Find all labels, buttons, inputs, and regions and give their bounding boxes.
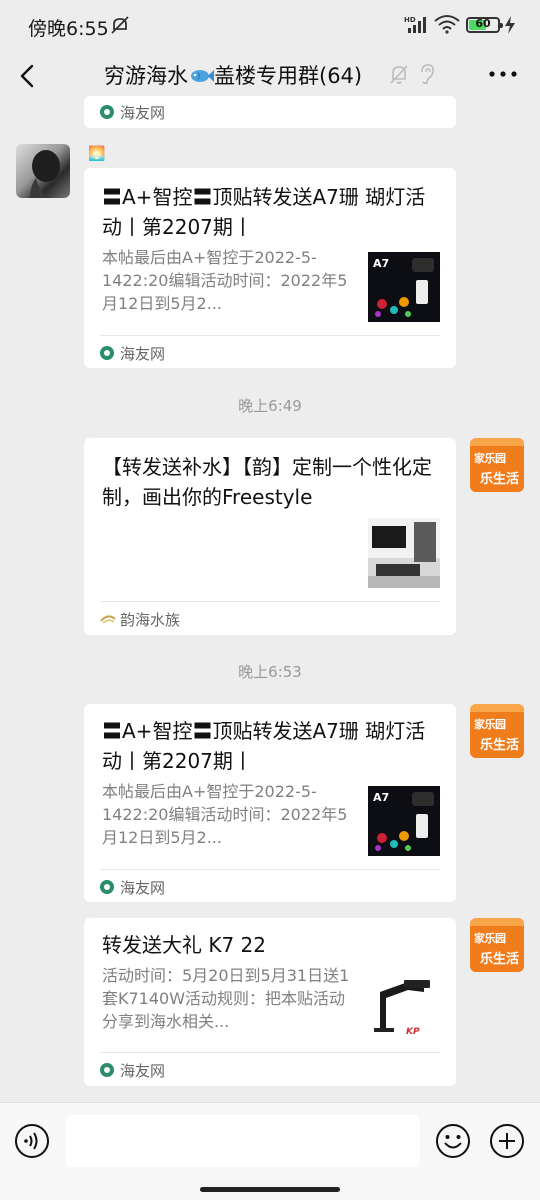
more-icon[interactable]	[488, 70, 518, 78]
network-label: HD	[404, 16, 416, 24]
link-card[interactable]: 转发送大礼 K7 22 活动时间：5月20日到5月31日送1套K7140W活动规…	[84, 918, 456, 1086]
cell-signal-icon: HD	[404, 16, 426, 33]
avatar[interactable]: 家乐园 乐生活	[470, 438, 524, 492]
card-thumbnail: KP	[368, 970, 440, 1040]
sender-name: 🌅	[88, 146, 106, 162]
card-source: 海友网	[100, 343, 165, 364]
card-title: 转发送大礼 K7 22	[102, 933, 267, 957]
battery-icon: 60	[466, 17, 503, 33]
avatar-text: 家乐园	[474, 932, 506, 945]
mute-bell-icon	[390, 65, 408, 84]
message-input[interactable]	[66, 1115, 420, 1167]
avatar-text: 家乐园	[474, 452, 506, 465]
card-divider	[100, 335, 440, 336]
avatar[interactable]: 家乐园 乐生活	[470, 704, 524, 758]
wifi-icon	[434, 15, 460, 34]
card-thumbnail: A7	[368, 786, 440, 856]
link-card[interactable]: 【转发送补水】【韵】定制一个性化定制，画出你的Freestyle 韵海水族	[84, 438, 456, 635]
link-card[interactable]: 〓A+智控〓顶贴转发送A7珊 瑚灯活动丨第2207期丨 本帖最后由A+智控于20…	[84, 168, 456, 368]
chat-title: 穷游海水 盖楼专用群(64)	[104, 60, 362, 90]
avatar[interactable]: 家乐园 乐生活	[470, 918, 524, 972]
card-title: 〓A+智控〓顶贴转发送A7珊 瑚灯活动丨第2207期丨	[102, 185, 426, 239]
card-source: 海友网	[100, 102, 165, 123]
fish-emoji-icon	[191, 70, 214, 82]
input-bar	[0, 1102, 540, 1200]
card-source: 韵海水族	[100, 609, 180, 630]
chat-title-suffix: 盖楼专用群(64)	[214, 64, 363, 88]
card-thumbnail: A7	[368, 252, 440, 322]
source-icon	[100, 1063, 114, 1077]
emoji-icon[interactable]	[435, 1123, 471, 1159]
card-divider	[100, 1052, 440, 1053]
timestamp: 晚上6:53	[238, 663, 302, 681]
avatar[interactable]	[16, 144, 70, 198]
avatar-text: 家乐园	[474, 718, 506, 731]
avatar-text: 乐生活	[480, 738, 520, 753]
link-card[interactable]: 〓A+智控〓顶贴转发送A7珊 瑚灯活动丨第2207期丨 本帖最后由A+智控于20…	[84, 704, 456, 902]
source-icon	[100, 346, 114, 360]
status-time: 傍晚6:55	[28, 18, 109, 40]
card-thumbnail	[368, 518, 440, 588]
battery-level: 60	[475, 17, 491, 30]
thumb-label: A7	[373, 791, 389, 804]
charging-icon	[505, 16, 515, 34]
svg-text:KP: KP	[406, 1027, 420, 1037]
timestamp: 晚上6:49	[238, 397, 302, 415]
chat-title-prefix: 穷游海水	[104, 64, 188, 88]
status-bar: 傍晚6:55 HD 60	[0, 0, 540, 50]
voice-input-icon[interactable]	[14, 1123, 50, 1159]
card-title: 〓A+智控〓顶贴转发送A7珊 瑚灯活动丨第2207期丨	[102, 719, 426, 773]
card-title: 【转发送补水】【韵】定制一个性化定制，画出你的Freestyle	[102, 455, 432, 509]
ear-icon	[421, 64, 434, 85]
card-description: 活动时间：5月20日到5月31日送1套K7140W活动规则：把本贴活动分享到海水…	[102, 966, 350, 1031]
card-divider	[100, 869, 440, 870]
card-divider	[100, 601, 440, 602]
card-description: 本帖最后由A+智控于2022-5-1422:20编辑活动时间：2022年5月12…	[102, 248, 348, 313]
source-icon	[100, 615, 116, 624]
source-icon	[100, 880, 114, 894]
card-source: 海友网	[100, 877, 165, 898]
home-indicator[interactable]	[200, 1187, 340, 1192]
avatar-text: 乐生活	[480, 472, 520, 487]
card-source: 海友网	[100, 1060, 165, 1081]
source-icon	[100, 105, 114, 119]
chat-header: 穷游海水 盖楼专用群(64)	[0, 50, 540, 102]
do-not-disturb-icon	[111, 16, 129, 34]
plus-icon[interactable]	[489, 1123, 525, 1159]
card-description: 本帖最后由A+智控于2022-5-1422:20编辑活动时间：2022年5月12…	[102, 782, 348, 847]
link-card[interactable]: 海友网	[84, 96, 456, 128]
back-icon[interactable]	[14, 62, 42, 90]
thumb-label: A7	[373, 257, 389, 270]
avatar-text: 乐生活	[480, 952, 520, 967]
